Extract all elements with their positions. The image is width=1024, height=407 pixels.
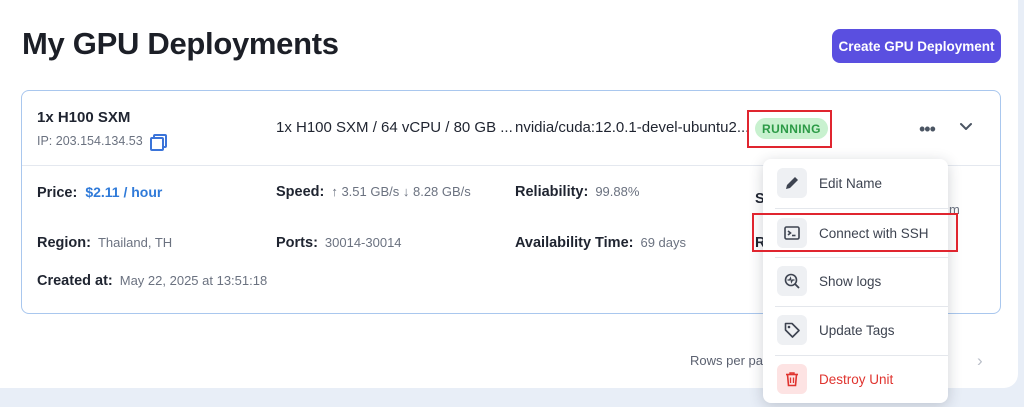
menu-item-edit-name[interactable]: Edit Name bbox=[763, 159, 948, 207]
reliability-label: Reliability: bbox=[515, 184, 589, 200]
created-field: Created at: May 22, 2025 at 13:51:18 bbox=[37, 273, 267, 289]
created-value: May 22, 2025 at 13:51:18 bbox=[119, 273, 268, 288]
tag-icon bbox=[777, 315, 807, 345]
availability-field: Availability Time: 69 days bbox=[515, 235, 686, 251]
speed-value: ↑ 3.51 GB/s ↓ 8.28 GB/s bbox=[331, 184, 471, 199]
availability-value: 69 days bbox=[640, 235, 687, 250]
menu-item-show-logs[interactable]: Show logs bbox=[763, 257, 948, 305]
docker-image: nvidia/cuda:12.0.1-devel-ubuntu2... bbox=[515, 119, 750, 136]
page-title: My GPU Deployments bbox=[22, 26, 339, 61]
region-field: Region: Thailand, TH bbox=[37, 235, 172, 251]
ip-address: IP: 203.154.134.53 bbox=[37, 134, 167, 151]
region-label: Region: bbox=[37, 235, 91, 251]
ports-label: Ports: bbox=[276, 235, 318, 251]
reliability-field: Reliability: 99.88% bbox=[515, 184, 639, 200]
ip-text: IP: 203.154.134.53 bbox=[37, 134, 143, 148]
price-field: Price: $2.11 / hour bbox=[37, 184, 162, 201]
menu-item-label: Update Tags bbox=[819, 322, 895, 338]
price-label: Price: bbox=[37, 185, 78, 201]
menu-item-destroy-unit[interactable]: Destroy Unit bbox=[763, 355, 948, 403]
copy-icon[interactable] bbox=[149, 134, 167, 151]
rows-per-page-label: Rows per pa bbox=[690, 353, 763, 368]
actions-menu: Edit Name Connect with SSH Show logs Upd… bbox=[763, 159, 948, 403]
menu-item-update-tags[interactable]: Update Tags bbox=[763, 306, 948, 354]
speed-field: Speed: ↑ 3.51 GB/s ↓ 8.28 GB/s bbox=[276, 184, 471, 200]
logs-search-icon bbox=[777, 266, 807, 296]
trash-icon bbox=[777, 364, 807, 394]
gpu-specs: 1x H100 SXM / 64 vCPU / 80 GB ... bbox=[276, 119, 513, 136]
more-options-icon[interactable]: ••• bbox=[919, 119, 936, 140]
status-highlight-box bbox=[747, 110, 832, 148]
region-value: Thailand, TH bbox=[97, 235, 173, 250]
menu-item-label: Destroy Unit bbox=[819, 371, 894, 387]
menu-item-label: Edit Name bbox=[819, 175, 883, 191]
create-gpu-deployment-button[interactable]: Create GPU Deployment bbox=[832, 29, 1001, 63]
price-value: $2.11 / hour bbox=[85, 184, 163, 200]
pencil-icon bbox=[777, 168, 807, 198]
availability-label: Availability Time: bbox=[515, 235, 634, 251]
gpu-name: 1x H100 SXM bbox=[37, 109, 131, 126]
created-label: Created at: bbox=[37, 273, 113, 289]
ports-field: Ports: 30014-30014 bbox=[276, 235, 402, 251]
menu-item-label: Show logs bbox=[819, 273, 882, 289]
reliability-value: 99.88% bbox=[595, 184, 640, 199]
ssh-highlight-box bbox=[752, 213, 958, 252]
chevron-down-icon[interactable] bbox=[959, 119, 973, 133]
next-page-icon[interactable]: › bbox=[977, 351, 983, 371]
ports-value: 30014-30014 bbox=[324, 235, 402, 250]
speed-label: Speed: bbox=[276, 184, 325, 200]
